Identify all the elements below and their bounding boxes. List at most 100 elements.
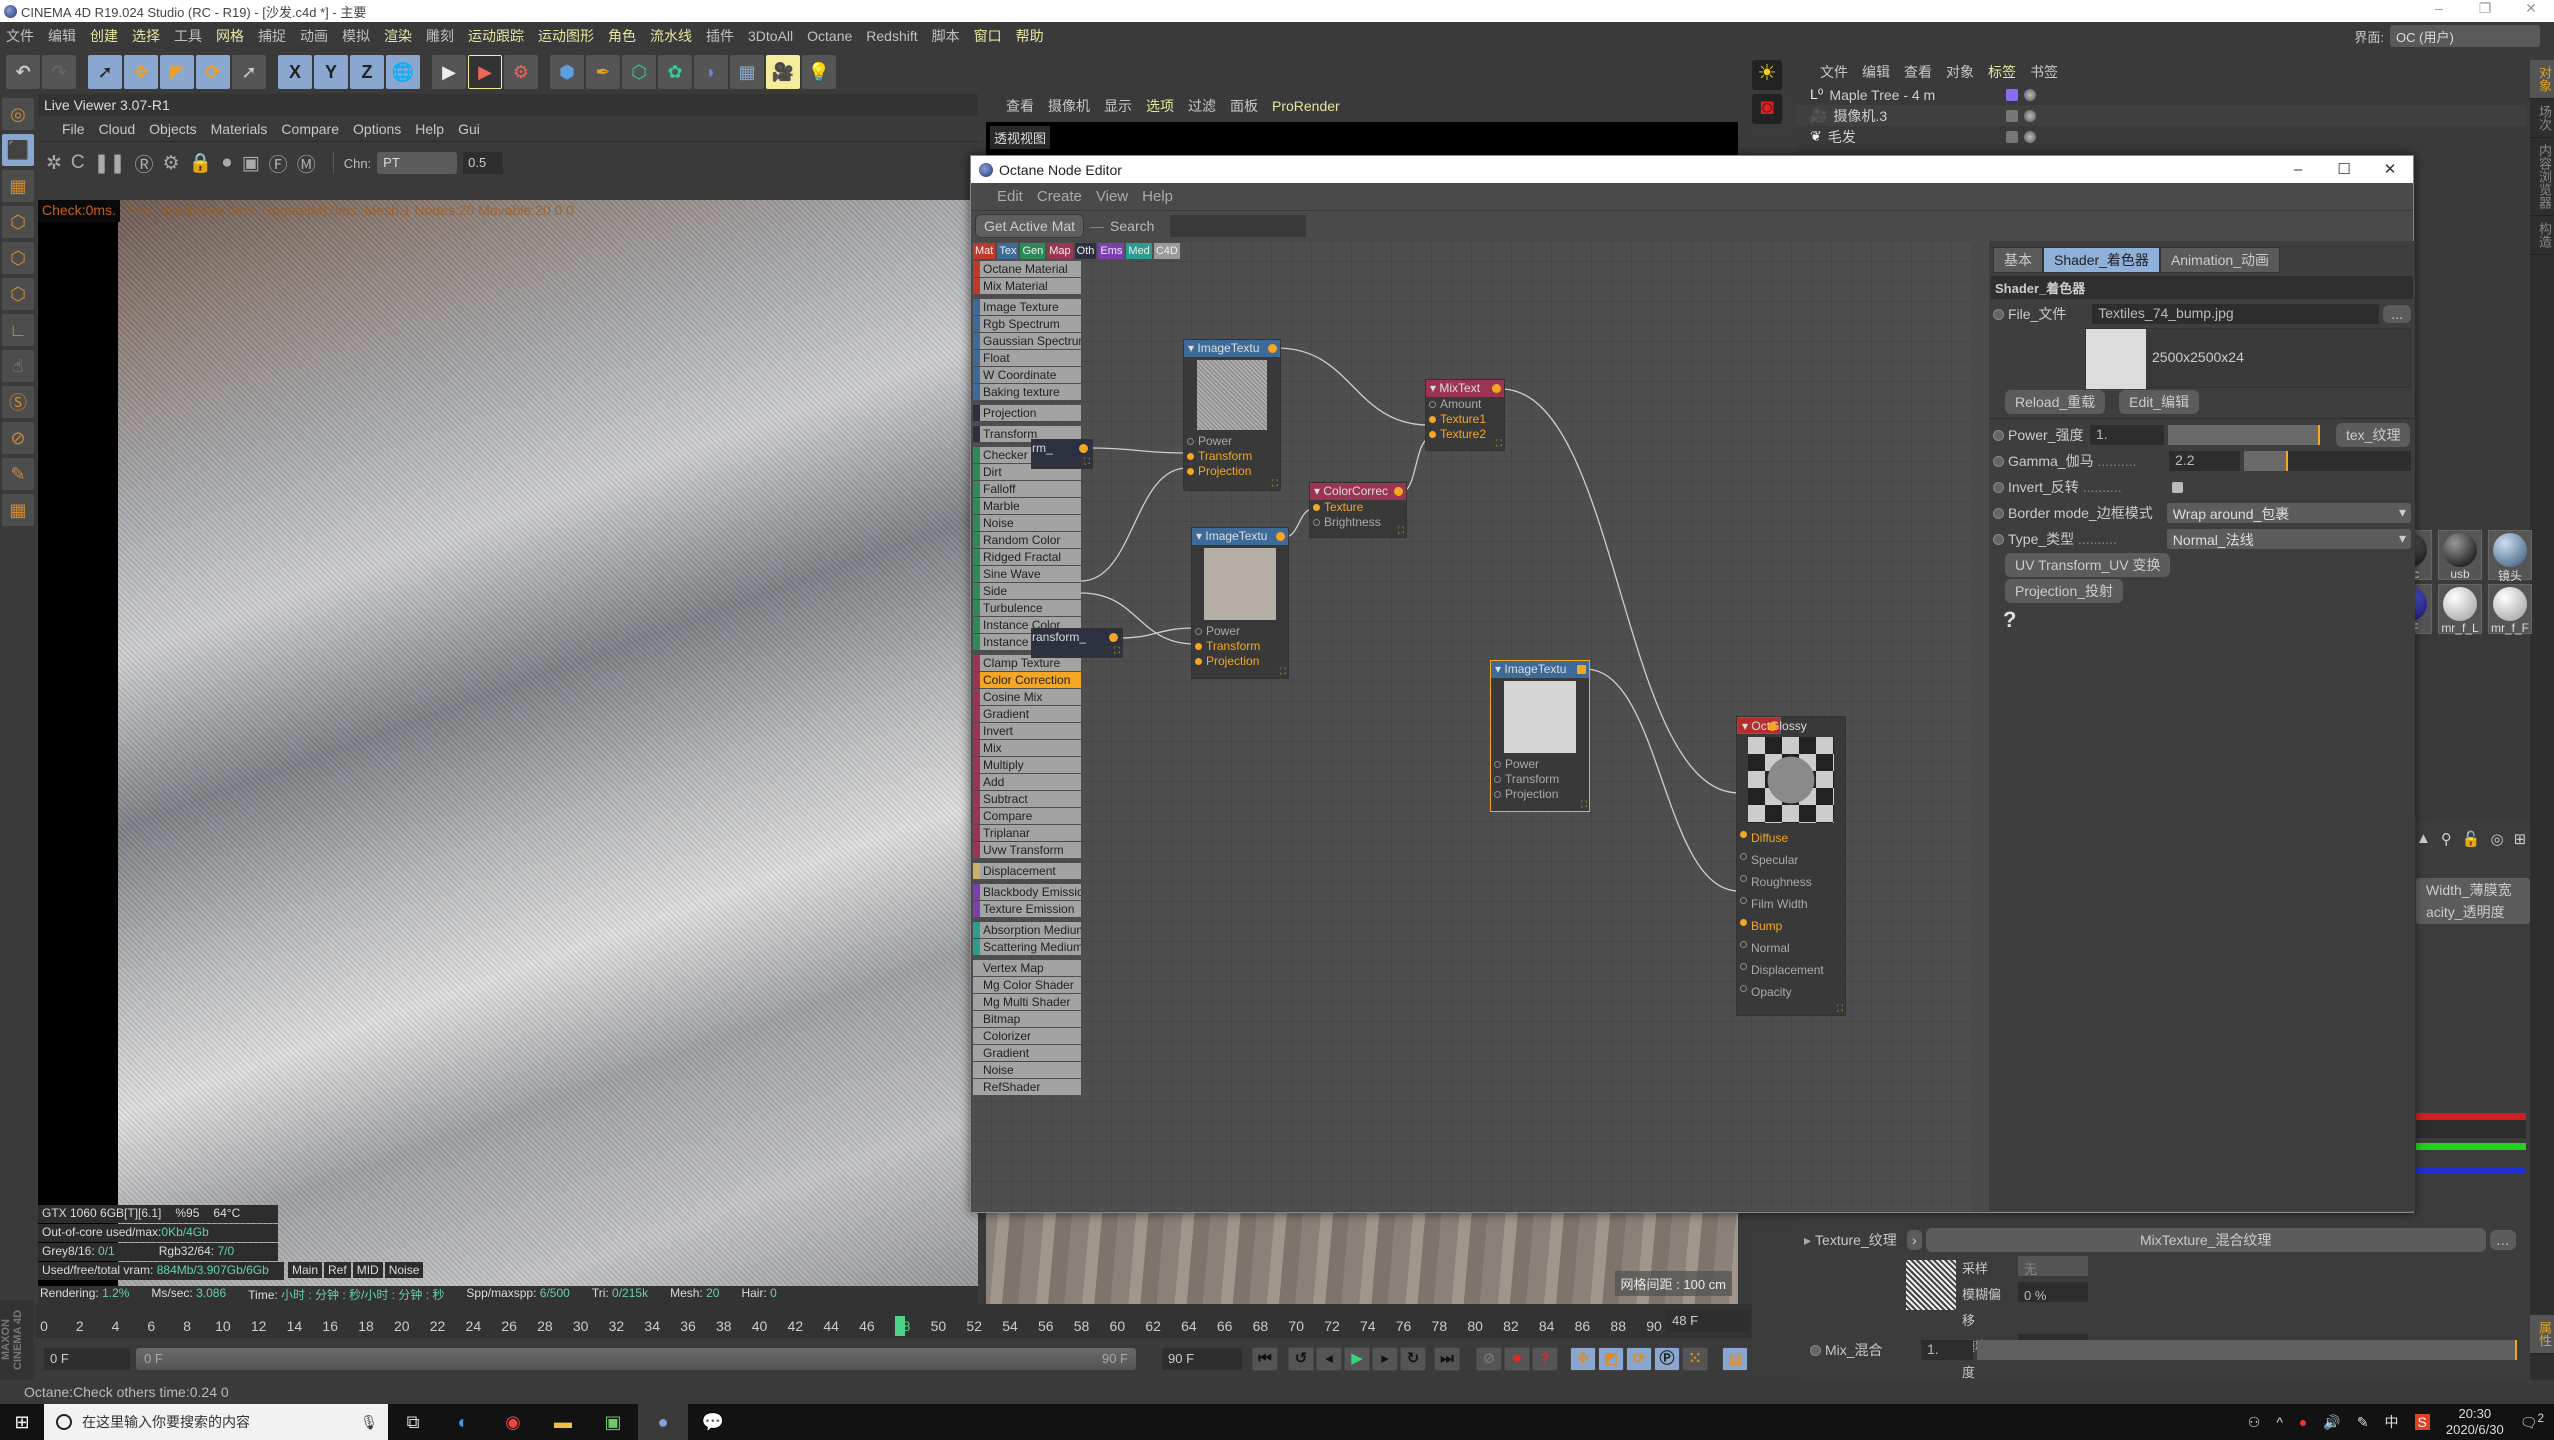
microphone-icon[interactable]: 🎙 bbox=[360, 1414, 378, 1431]
sculpt-icon[interactable]: ✎ bbox=[2, 458, 34, 490]
palette-item-texture-emission[interactable]: Texture Emission bbox=[973, 901, 1081, 917]
power-slider[interactable] bbox=[2168, 425, 2320, 445]
main-menu-item[interactable]: Octane bbox=[807, 28, 852, 44]
camera-icon[interactable]: 🎥 bbox=[766, 55, 800, 89]
palette-item-scattering-medium[interactable]: Scattering Medium bbox=[973, 939, 1081, 955]
port-power[interactable]: Power bbox=[1184, 434, 1280, 449]
node-editor-menu-view[interactable]: View bbox=[1096, 188, 1128, 205]
palette-item-invert[interactable]: Invert bbox=[973, 723, 1081, 739]
live-viewer-menu-help[interactable]: Help bbox=[415, 121, 444, 137]
palette-item-mg-multi-shader[interactable]: Mg Multi Shader bbox=[973, 994, 1081, 1010]
palette-item-noise[interactable]: Noise bbox=[973, 515, 1081, 531]
texture-shader-button[interactable]: MixTexture_混合纹理 bbox=[1925, 1228, 2486, 1252]
node-editor-menu-edit[interactable]: Edit bbox=[997, 188, 1023, 205]
transform1-output-port[interactable] bbox=[1079, 444, 1088, 453]
viewport-menu-item[interactable]: 选项 bbox=[1146, 96, 1174, 116]
rotate-icon[interactable]: ⟳ bbox=[196, 55, 230, 89]
port-film-width[interactable]: Film Width bbox=[1737, 893, 1845, 915]
palette-item-projection[interactable]: Projection bbox=[973, 405, 1081, 421]
node-editor-menu-help[interactable]: Help bbox=[1142, 188, 1173, 205]
port-transform[interactable]: Transform bbox=[1491, 772, 1589, 787]
viewport-menu-item[interactable]: 过滤 bbox=[1188, 96, 1216, 116]
gamma-field[interactable]: 2.2 bbox=[2169, 451, 2241, 471]
palette-item-float[interactable]: Float bbox=[973, 350, 1081, 366]
node-editor-menu-create[interactable]: Create bbox=[1037, 188, 1082, 205]
node-mix-texture[interactable]: ▾ MixText Amount Texture1 Texture2 ⛶ bbox=[1425, 379, 1505, 451]
cube-icon[interactable]: ⬢ bbox=[550, 55, 584, 89]
node-color-correction[interactable]: ▾ ColorCorrec Texture Brightness ⛶ bbox=[1309, 482, 1407, 538]
node-image-texture-2[interactable]: ▾ ImageTextu Power Transform Projection ⛶ bbox=[1191, 527, 1289, 679]
layer-color-icon[interactable] bbox=[2006, 109, 2018, 122]
key-pla-button[interactable]: ⁙ bbox=[1682, 1347, 1708, 1371]
cinema4d-taskbar-icon[interactable]: ● bbox=[638, 1404, 688, 1440]
palette-item-gaussian-spectrum[interactable]: Gaussian Spectrum bbox=[973, 333, 1081, 349]
previous-frame-button[interactable]: ◂ bbox=[1316, 1347, 1342, 1371]
palette-item-falloff[interactable]: Falloff bbox=[973, 481, 1081, 497]
power-field[interactable]: 1. bbox=[2090, 425, 2164, 445]
current-frame-field[interactable]: 48 F bbox=[1666, 1310, 1750, 1332]
mix-animate-radio[interactable] bbox=[1810, 1344, 1821, 1356]
node-graph-canvas[interactable]: Mat Tex Gen Map Oth Ems Med C4D Octane Material… bbox=[971, 241, 1971, 1211]
main-channel-button[interactable]: Main bbox=[288, 1262, 323, 1278]
node-image-texture-1[interactable]: ▾ ImageTextu Power Transform Projection ⛶ bbox=[1183, 339, 1281, 491]
texture-expand-button[interactable]: › bbox=[1907, 1230, 1922, 1250]
category-tab-ems[interactable]: Ems bbox=[1098, 243, 1125, 259]
port-power[interactable]: Power bbox=[1491, 757, 1589, 772]
ime-indicator[interactable]: 中 bbox=[2385, 1412, 2399, 1432]
node-editor-maximize-button[interactable]: ☐ bbox=[2321, 156, 2367, 183]
volume-icon[interactable]: 🔊 bbox=[2323, 1414, 2340, 1431]
lock-icon[interactable]: 🔒 bbox=[189, 151, 213, 175]
side-tab[interactable]: 对象 bbox=[2530, 60, 2554, 99]
lock-icon[interactable]: 🔓 bbox=[2462, 830, 2481, 848]
pause-icon[interactable]: ❚❚ bbox=[94, 152, 126, 175]
colorcorrect-output-port[interactable] bbox=[1394, 487, 1403, 496]
port-power[interactable]: Power bbox=[1192, 624, 1288, 639]
node-editor-minimize-button[interactable]: – bbox=[2275, 156, 2321, 183]
node-editor-close-button[interactable]: ✕ bbox=[2367, 156, 2413, 183]
port-texture[interactable]: Texture bbox=[1310, 500, 1406, 515]
new-panel-icon[interactable]: ⊞ bbox=[2514, 830, 2527, 848]
material-tag-icon[interactable] bbox=[2024, 109, 2036, 122]
restore-button[interactable]: ❐ bbox=[2462, 0, 2508, 17]
mix-slider[interactable] bbox=[1977, 1340, 2517, 1360]
image1-output-port[interactable] bbox=[1268, 344, 1277, 353]
palette-item-absorption-medium[interactable]: Absorption Medium bbox=[973, 922, 1081, 938]
material-ball-icon[interactable]: ● bbox=[221, 152, 232, 174]
side-tab[interactable]: 属性 bbox=[2530, 1315, 2554, 1354]
key-parameter-button[interactable]: Ⓟ bbox=[1654, 1347, 1680, 1371]
palette-item-cosine-mix[interactable]: Cosine Mix bbox=[973, 689, 1081, 705]
type-dropdown[interactable]: Normal_法线 bbox=[2166, 529, 2411, 549]
palette-item-mix[interactable]: Mix bbox=[973, 740, 1081, 756]
object-manager-menu-item[interactable]: 编辑 bbox=[1862, 62, 1890, 82]
palette-item-rgb-spectrum[interactable]: Rgb Spectrum bbox=[973, 316, 1081, 332]
port-specular[interactable]: Specular bbox=[1737, 849, 1845, 871]
edges-mode-icon[interactable]: ⬡ bbox=[2, 242, 34, 274]
port-roughness[interactable]: Roughness bbox=[1737, 871, 1845, 893]
palette-item-turbulence[interactable]: Turbulence bbox=[973, 600, 1081, 616]
channel-amount-field[interactable]: 0.5 bbox=[463, 152, 504, 174]
palette-item-sine-wave[interactable]: Sine Wave bbox=[973, 566, 1081, 582]
palette-item-add[interactable]: Add bbox=[973, 774, 1081, 790]
object-row[interactable]: 🎥 摄像机.3 bbox=[1796, 105, 2526, 126]
main-menu-item[interactable]: 创建 bbox=[90, 26, 118, 46]
task-view-icon[interactable]: ⧉ bbox=[388, 1404, 438, 1440]
node-transform-1[interactable]: rm_ ⛶ bbox=[1031, 439, 1093, 469]
select-icon[interactable]: ➚ bbox=[88, 55, 122, 89]
previous-key-button[interactable]: ↺ bbox=[1288, 1347, 1314, 1371]
scale-icon[interactable]: ◩ bbox=[160, 55, 194, 89]
node-oct-glossy[interactable]: ▾ OctGlossy Diffuse Specular Roughness Film… bbox=[1736, 716, 1846, 1016]
polygons-mode-icon[interactable]: ⬡ bbox=[2, 278, 34, 310]
palette-item-mix-material[interactable]: Mix Material bbox=[973, 278, 1081, 294]
go-to-start-button[interactable]: ⏮ bbox=[1252, 1347, 1278, 1371]
action-center-icon[interactable]: 🗨2 bbox=[2520, 1412, 2544, 1432]
tex-button[interactable]: tex_纹理 bbox=[2336, 423, 2411, 447]
mix-field[interactable]: 1. bbox=[1921, 1340, 1973, 1360]
mixtex-output-port[interactable] bbox=[1492, 384, 1501, 393]
material-swatch[interactable]: usb bbox=[2438, 530, 2482, 581]
main-menu-item[interactable]: Redshift bbox=[866, 28, 917, 44]
object-manager-menu-item[interactable]: 标签 bbox=[1988, 62, 2016, 82]
port-texture1[interactable]: Texture1 bbox=[1426, 412, 1504, 427]
type-animate-radio[interactable] bbox=[1993, 533, 2004, 545]
go-to-end-button[interactable]: ⏭ bbox=[1434, 1347, 1460, 1371]
palette-item-displacement[interactable]: Displacement bbox=[973, 863, 1081, 879]
